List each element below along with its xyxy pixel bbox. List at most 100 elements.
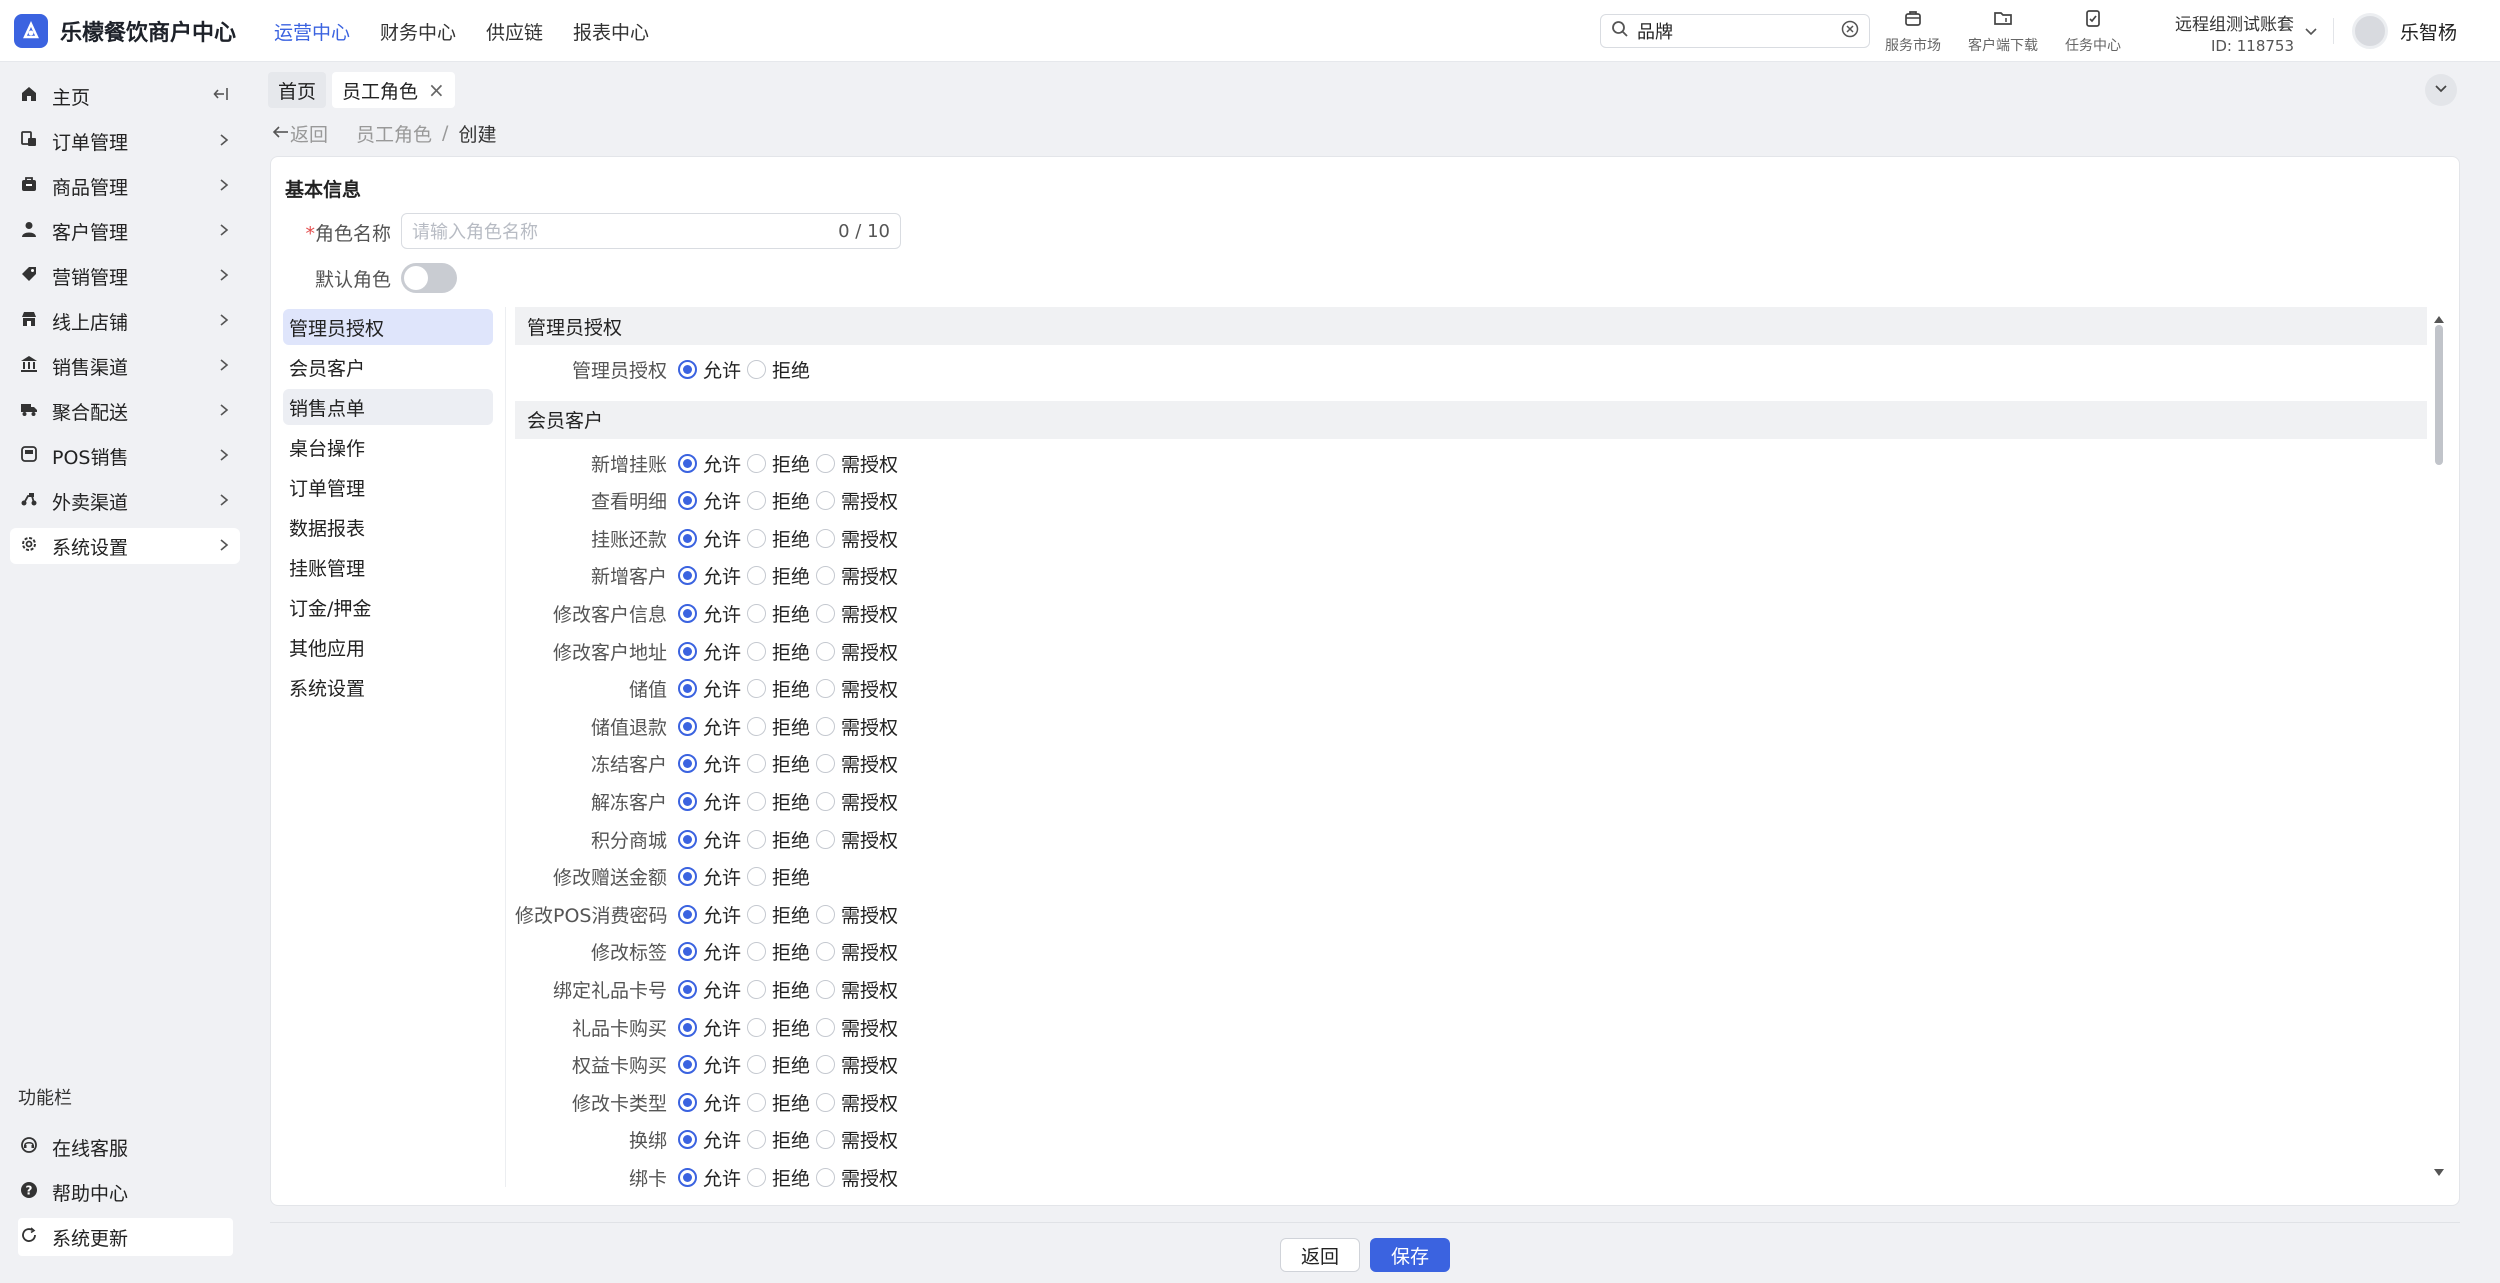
category-item[interactable]: 订金/押金 — [283, 589, 493, 625]
permission-radio[interactable]: 需授权 — [816, 750, 898, 777]
permission-radio[interactable]: 允许 — [678, 450, 741, 477]
permission-radio[interactable]: 允许 — [678, 675, 741, 702]
permission-radio[interactable]: 拒绝 — [747, 938, 810, 965]
permission-radio[interactable]: 允许 — [678, 788, 741, 815]
permission-radio[interactable]: 拒绝 — [747, 1126, 810, 1153]
collapse-sidebar-icon[interactable] — [212, 85, 230, 108]
permission-radio[interactable]: 需授权 — [816, 976, 898, 1003]
permission-radio[interactable]: 需授权 — [816, 1014, 898, 1041]
permission-radio[interactable]: 允许 — [678, 1126, 741, 1153]
permission-radio[interactable]: 允许 — [678, 525, 741, 552]
user-menu[interactable]: 乐智杨 — [2352, 12, 2457, 50]
category-item[interactable]: 挂账管理 — [283, 549, 493, 585]
tabs-dropdown-button[interactable] — [2425, 74, 2457, 106]
permission-radio[interactable]: 允许 — [678, 562, 741, 589]
permission-radio[interactable]: 拒绝 — [747, 450, 810, 477]
permission-radio[interactable]: 拒绝 — [747, 562, 810, 589]
permission-radio[interactable]: 允许 — [678, 1051, 741, 1078]
topnav-reports[interactable]: 报表中心 — [573, 18, 649, 45]
permission-radio[interactable]: 允许 — [678, 1014, 741, 1041]
sidebar-item-system-settings[interactable]: 系统设置 — [10, 528, 240, 564]
permission-radio[interactable]: 允许 — [678, 1164, 741, 1187]
permission-radio[interactable]: 需授权 — [816, 525, 898, 552]
permission-radio[interactable]: 允许 — [678, 826, 741, 853]
permission-radio[interactable]: 需授权 — [816, 562, 898, 589]
sidebar-item-orders[interactable]: 订单管理 — [10, 123, 240, 159]
permission-radio[interactable]: 需授权 — [816, 600, 898, 627]
sidebar-item-online-store[interactable]: 线上店铺 — [10, 303, 240, 339]
sidebar-item-takeout[interactable]: 外卖渠道 — [10, 483, 240, 519]
permission-radio[interactable]: 允许 — [678, 938, 741, 965]
permission-radio[interactable]: 允许 — [678, 901, 741, 928]
permission-radio[interactable]: 需授权 — [816, 1051, 898, 1078]
permission-radio[interactable]: 允许 — [678, 1089, 741, 1116]
topnav-operations[interactable]: 运营中心 — [274, 18, 350, 45]
permission-radio[interactable]: 拒绝 — [747, 1014, 810, 1041]
scroll-down-icon[interactable] — [2433, 1161, 2445, 1183]
permission-radio[interactable]: 拒绝 — [747, 788, 810, 815]
category-item[interactable]: 系统设置 — [283, 669, 493, 705]
search-input[interactable]: 品牌 — [1600, 14, 1870, 48]
permission-radio[interactable]: 允许 — [678, 713, 741, 740]
permission-radio[interactable]: 拒绝 — [747, 713, 810, 740]
permission-radio[interactable]: 允许 — [678, 976, 741, 1003]
scrollbar[interactable] — [2431, 307, 2447, 1187]
category-item[interactable]: 桌台操作 — [283, 429, 493, 465]
back-button[interactable]: 返回 — [1280, 1238, 1360, 1272]
permission-radio[interactable]: 拒绝 — [747, 600, 810, 627]
permission-radio[interactable]: 需授权 — [816, 675, 898, 702]
sidebar-footer-support[interactable]: 在线客服 — [18, 1128, 233, 1166]
sidebar-item-sales-channels[interactable]: 销售渠道 — [10, 348, 240, 384]
sidebar-footer-update[interactable]: 系统更新 — [18, 1218, 233, 1256]
topnav-finance[interactable]: 财务中心 — [380, 18, 456, 45]
breadcrumb-parent[interactable]: 员工角色 — [356, 120, 432, 147]
permission-radio[interactable]: 需授权 — [816, 1164, 898, 1187]
permission-radio[interactable]: 拒绝 — [747, 826, 810, 853]
topnav-supply-chain[interactable]: 供应链 — [486, 18, 543, 45]
category-item[interactable]: 数据报表 — [283, 509, 493, 545]
permission-radio[interactable]: 拒绝 — [747, 976, 810, 1003]
permission-radio[interactable]: 拒绝 — [747, 750, 810, 777]
permission-radio[interactable]: 允许 — [678, 750, 741, 777]
account-switcher[interactable]: 远程组测试账套 ID: 118753 — [2160, 10, 2318, 55]
permission-radio[interactable]: 需授权 — [816, 1126, 898, 1153]
permission-radio[interactable]: 允许 — [678, 600, 741, 627]
back-link[interactable]: 返回 — [272, 120, 328, 147]
permission-radio[interactable]: 拒绝 — [747, 863, 810, 890]
role-name-input[interactable]: 请输入角色名称 0 / 10 — [401, 213, 901, 249]
sidebar-item-marketing[interactable]: 营销管理 — [10, 258, 240, 294]
sidebar-item-home[interactable]: 主页 — [10, 78, 240, 114]
permission-radio[interactable]: 需授权 — [816, 826, 898, 853]
permission-radio[interactable]: 需授权 — [816, 713, 898, 740]
category-item[interactable]: 订单管理 — [283, 469, 493, 505]
tab-home[interactable]: 首页 — [268, 72, 327, 108]
category-item[interactable]: 其他应用 — [283, 629, 493, 665]
sidebar-item-pos-sales[interactable]: POS销售 — [10, 438, 240, 474]
app-logo[interactable]: 乐檬餐饮商户中心 — [14, 14, 236, 48]
sidebar-item-customers[interactable]: 客户管理 — [10, 213, 240, 249]
tool-client-download[interactable]: 客户端下载 — [1963, 8, 2043, 54]
tab-staff-role[interactable]: 员工角色 × — [332, 72, 455, 108]
permission-radio[interactable]: 需授权 — [816, 1089, 898, 1116]
permission-radio[interactable]: 允许 — [678, 863, 741, 890]
default-role-toggle[interactable] — [401, 263, 457, 293]
permission-radio[interactable]: 拒绝 — [747, 356, 810, 383]
permission-radio[interactable]: 允许 — [678, 487, 741, 514]
permission-radio[interactable]: 需授权 — [816, 788, 898, 815]
permission-radio[interactable]: 拒绝 — [747, 1051, 810, 1078]
permission-radio[interactable]: 需授权 — [816, 638, 898, 665]
close-icon[interactable]: × — [428, 78, 445, 102]
sidebar-item-delivery[interactable]: 聚合配送 — [10, 393, 240, 429]
tool-service-market[interactable]: 服务市场 — [1873, 8, 1953, 54]
permission-radio[interactable]: 拒绝 — [747, 901, 810, 928]
clear-icon[interactable] — [1841, 20, 1859, 43]
scrollbar-thumb[interactable] — [2435, 325, 2443, 465]
permission-radio[interactable]: 拒绝 — [747, 487, 810, 514]
category-item[interactable]: 会员客户 — [283, 349, 493, 385]
category-item[interactable]: 销售点单 — [283, 389, 493, 425]
permission-radio[interactable]: 需授权 — [816, 450, 898, 477]
save-button[interactable]: 保存 — [1370, 1238, 1450, 1272]
permission-radio[interactable]: 允许 — [678, 638, 741, 665]
permission-radio[interactable]: 拒绝 — [747, 525, 810, 552]
permission-radio[interactable]: 需授权 — [816, 487, 898, 514]
